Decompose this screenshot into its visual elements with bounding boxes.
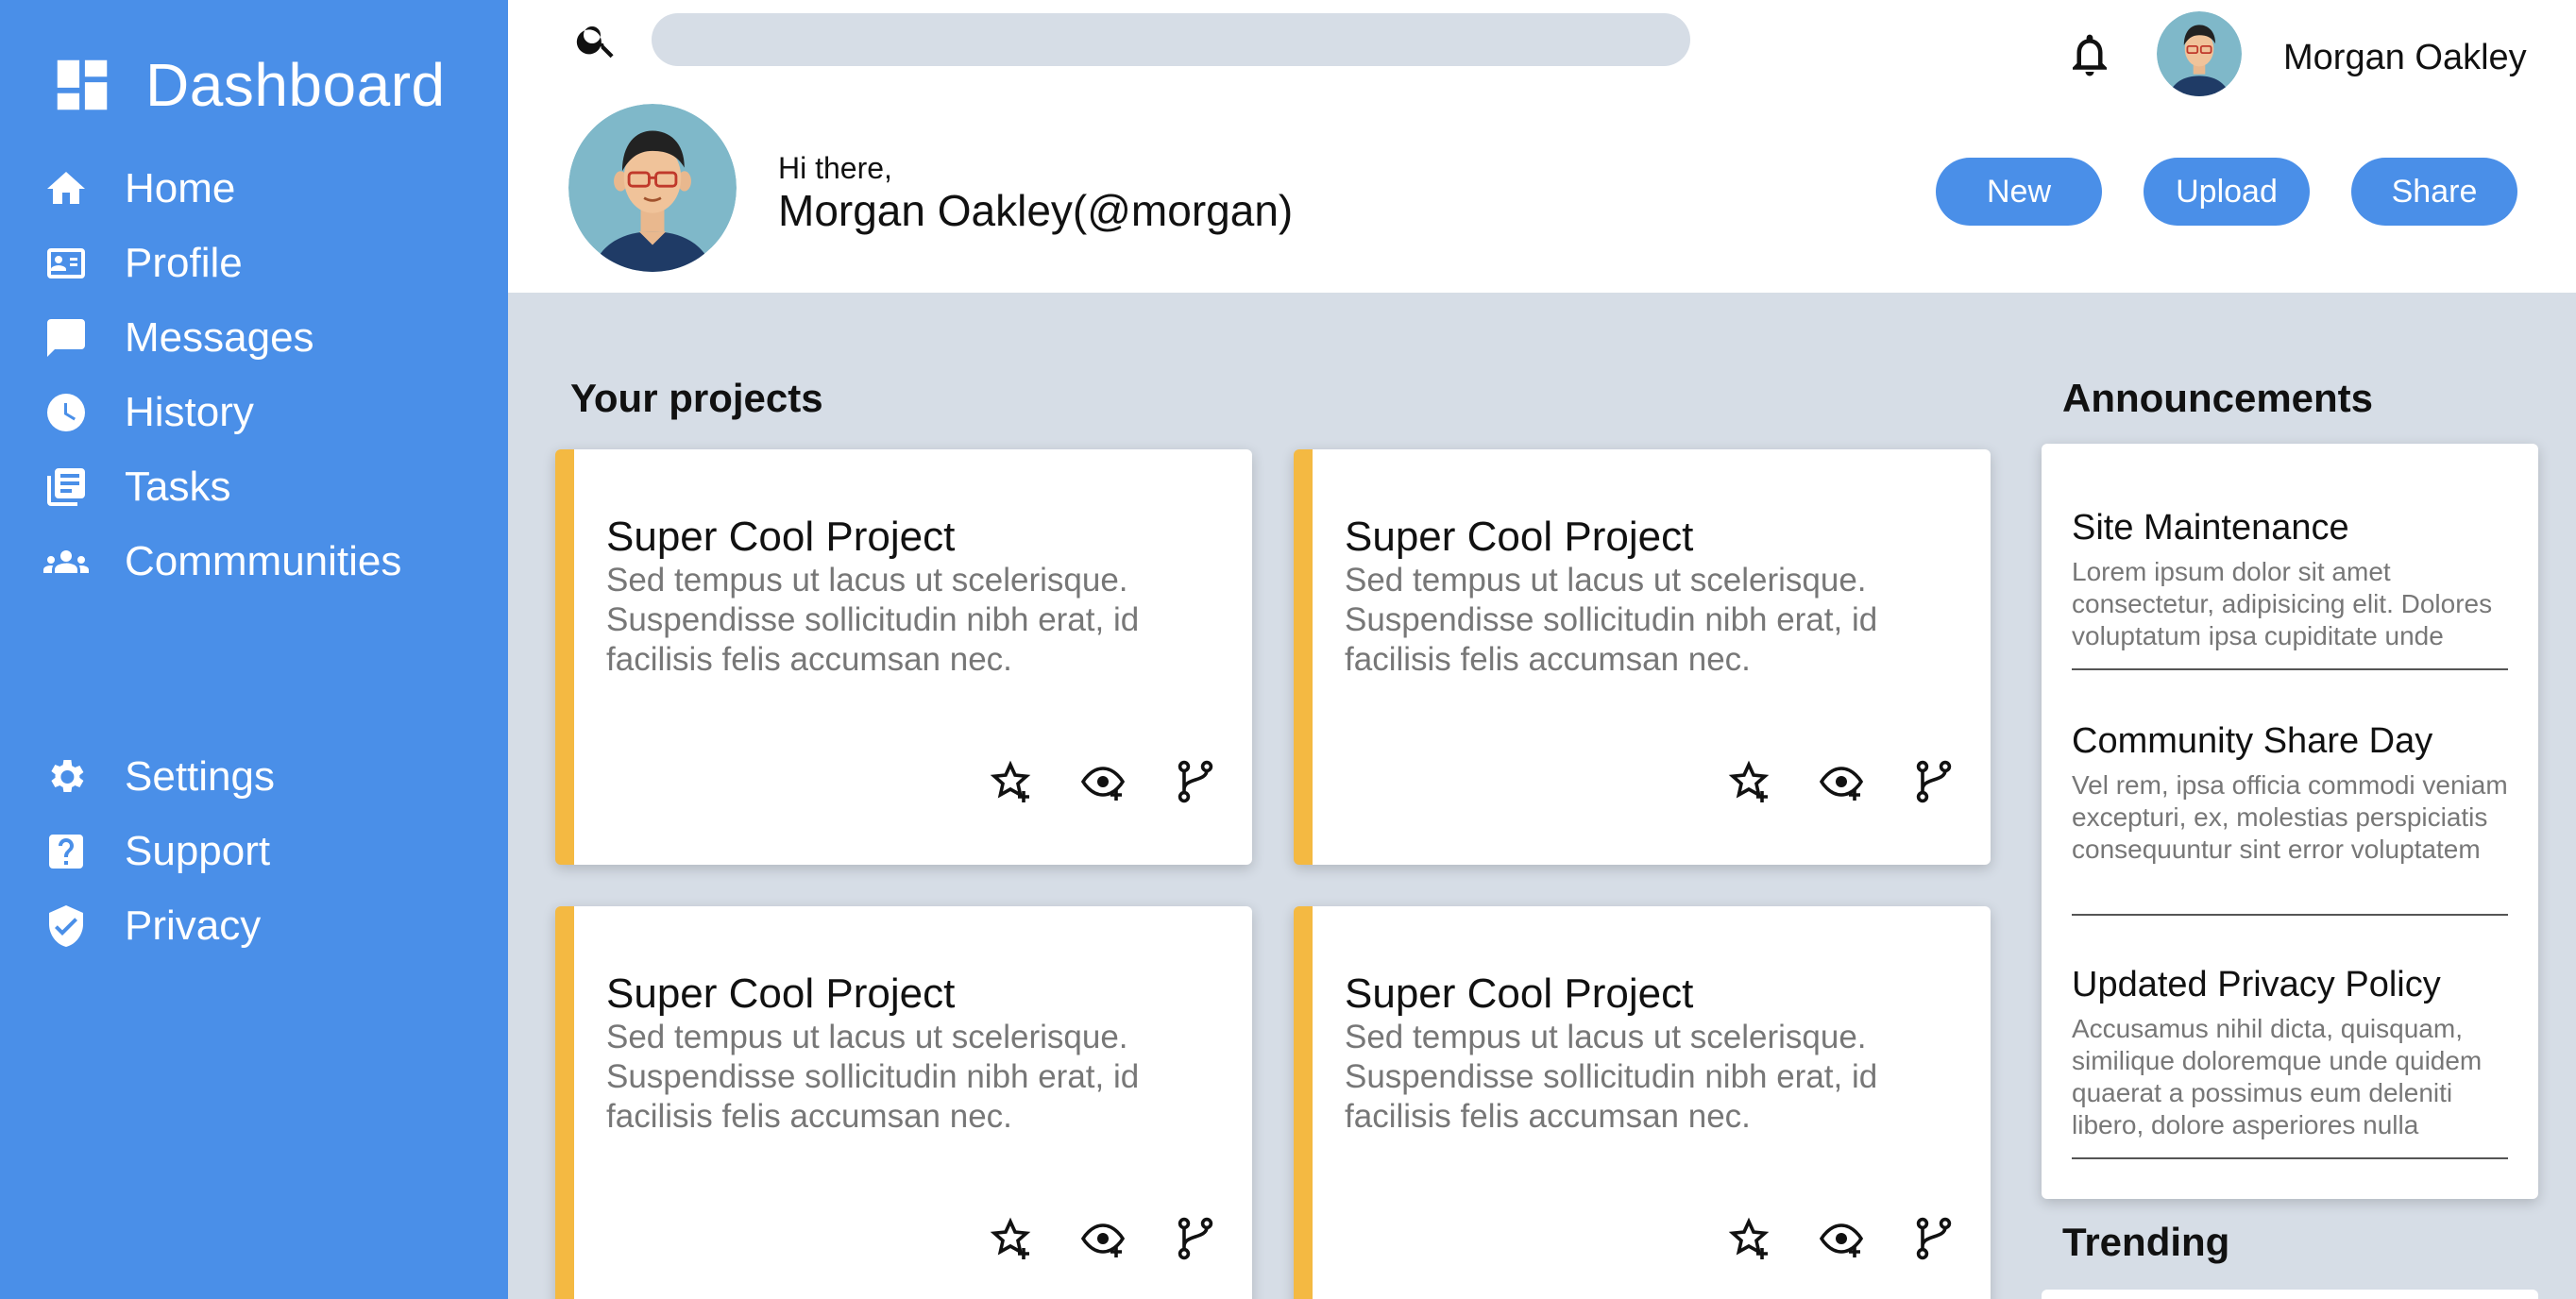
sidebar-item-label: Home	[125, 164, 236, 211]
sidebar-item-label: Tasks	[125, 463, 231, 510]
announcement-body: Lorem ipsum dolor sit amet consectetur, …	[2072, 557, 2493, 650]
project-card[interactable]: Super Cool Project Sed tempus ut lacus u…	[555, 906, 1252, 1299]
new-button[interactable]: New	[1936, 158, 2102, 226]
greeting: Hi there,	[778, 151, 892, 185]
project-title: Super Cool Project	[1345, 970, 1694, 1017]
brand[interactable]: Dashboard	[49, 49, 446, 121]
fork-icon[interactable]	[1911, 1216, 1957, 1261]
tasks-icon	[40, 461, 93, 514]
project-description: Sed tempus ut lacus ut scelerisque. Susp…	[1345, 1019, 1878, 1135]
share-button[interactable]: Share	[2351, 158, 2517, 226]
primary-nav: Home Profile Messages History Tasks Comm…	[40, 151, 401, 599]
sidebar-item-support[interactable]: Support	[40, 814, 275, 888]
star-add-icon[interactable]	[1726, 1216, 1771, 1261]
sidebar-item-label: Commmunities	[125, 537, 402, 584]
star-add-icon[interactable]	[1726, 759, 1771, 804]
announcement-item[interactable]: Updated Privacy Policy Accusamus nihil d…	[2072, 965, 2508, 1159]
clock-icon	[40, 386, 93, 439]
watch-icon[interactable]	[1080, 759, 1126, 804]
project-actions	[988, 759, 1218, 804]
header: Morgan Oakley Hi there, Morgan Oakley(@m…	[508, 0, 2576, 293]
fork-icon[interactable]	[1173, 759, 1218, 804]
sidebar-item-tasks[interactable]: Tasks	[40, 449, 401, 524]
upload-button[interactable]: Upload	[2144, 158, 2310, 226]
announcement-body: Vel rem, ipsa officia commodi veniam exc…	[2072, 770, 2508, 864]
sidebar-item-privacy[interactable]: Privacy	[40, 888, 275, 963]
help-icon	[40, 825, 93, 878]
watch-icon[interactable]	[1819, 759, 1864, 804]
star-add-icon[interactable]	[988, 759, 1033, 804]
announcement-title: Updated Privacy Policy	[2072, 965, 2441, 1004]
avatar[interactable]	[2157, 11, 2242, 96]
search-icon[interactable]	[574, 17, 619, 62]
secondary-nav: Settings Support Privacy	[40, 739, 275, 963]
message-icon	[40, 312, 93, 364]
sidebar-item-label: Profile	[125, 239, 243, 286]
profile-avatar	[568, 104, 737, 272]
project-card[interactable]: Super Cool Project Sed tempus ut lacus u…	[555, 449, 1252, 865]
search-input[interactable]	[652, 13, 1690, 66]
project-description: Sed tempus ut lacus ut scelerisque. Susp…	[606, 562, 1140, 678]
sidebar-item-label: Support	[125, 827, 271, 874]
sidebar: Dashboard Home Profile Messages History …	[0, 0, 508, 1299]
dashboard-icon	[57, 59, 108, 110]
sidebar-item-label: History	[125, 388, 254, 435]
greeting-name: Morgan Oakley(@morgan)	[778, 186, 1294, 235]
fork-icon[interactable]	[1173, 1216, 1218, 1261]
profile-card-icon	[40, 237, 93, 290]
watch-icon[interactable]	[1819, 1216, 1864, 1261]
project-description: Sed tempus ut lacus ut scelerisque. Susp…	[606, 1019, 1140, 1135]
project-title: Super Cool Project	[606, 514, 956, 560]
sidebar-item-label: Settings	[125, 752, 275, 800]
projects-title: Your projects	[570, 376, 823, 420]
watch-icon[interactable]	[1080, 1216, 1126, 1261]
fork-icon[interactable]	[1911, 759, 1957, 804]
gear-icon	[40, 751, 93, 803]
sidebar-item-label: Messages	[125, 313, 314, 361]
announcements-title: Announcements	[2062, 376, 2374, 420]
trending-title: Trending	[2062, 1220, 2230, 1264]
bell-icon[interactable]	[2064, 28, 2115, 81]
announcement-body: Accusamus nihil dicta, quisquam, similiq…	[2072, 1014, 2483, 1139]
sidebar-item-profile[interactable]: Profile	[40, 226, 401, 300]
sidebar-item-communities[interactable]: Commmunities	[40, 524, 401, 599]
trending-panel	[2042, 1290, 2538, 1299]
announcement-title: Community Share Day	[2072, 721, 2433, 761]
project-actions	[1726, 1216, 1957, 1261]
project-title: Super Cool Project	[1345, 514, 1694, 560]
star-add-icon[interactable]	[988, 1216, 1033, 1261]
project-card[interactable]: Super Cool Project Sed tempus ut lacus u…	[1294, 906, 1991, 1299]
user-name[interactable]: Morgan Oakley	[2283, 38, 2527, 78]
sidebar-item-settings[interactable]: Settings	[40, 739, 275, 814]
announcement-title: Site Maintenance	[2072, 508, 2349, 548]
brand-title: Dashboard	[145, 51, 446, 119]
people-icon	[40, 535, 93, 588]
sidebar-item-home[interactable]: Home	[40, 151, 401, 226]
project-title: Super Cool Project	[606, 970, 956, 1017]
sidebar-item-label: Privacy	[125, 902, 262, 949]
announcement-item[interactable]: Community Share Day Vel rem, ipsa offici…	[2072, 721, 2508, 916]
announcement-item[interactable]: Site Maintenance Lorem ipsum dolor sit a…	[2072, 508, 2508, 670]
project-card[interactable]: Super Cool Project Sed tempus ut lacus u…	[1294, 449, 1991, 865]
project-actions	[1726, 759, 1957, 804]
project-description: Sed tempus ut lacus ut scelerisque. Susp…	[1345, 562, 1878, 678]
project-actions	[988, 1216, 1218, 1261]
shield-icon	[40, 900, 93, 953]
home-icon	[40, 162, 93, 215]
announcements-panel: Site Maintenance Lorem ipsum dolor sit a…	[2042, 444, 2538, 1199]
sidebar-item-history[interactable]: History	[40, 375, 401, 449]
sidebar-item-messages[interactable]: Messages	[40, 300, 401, 375]
